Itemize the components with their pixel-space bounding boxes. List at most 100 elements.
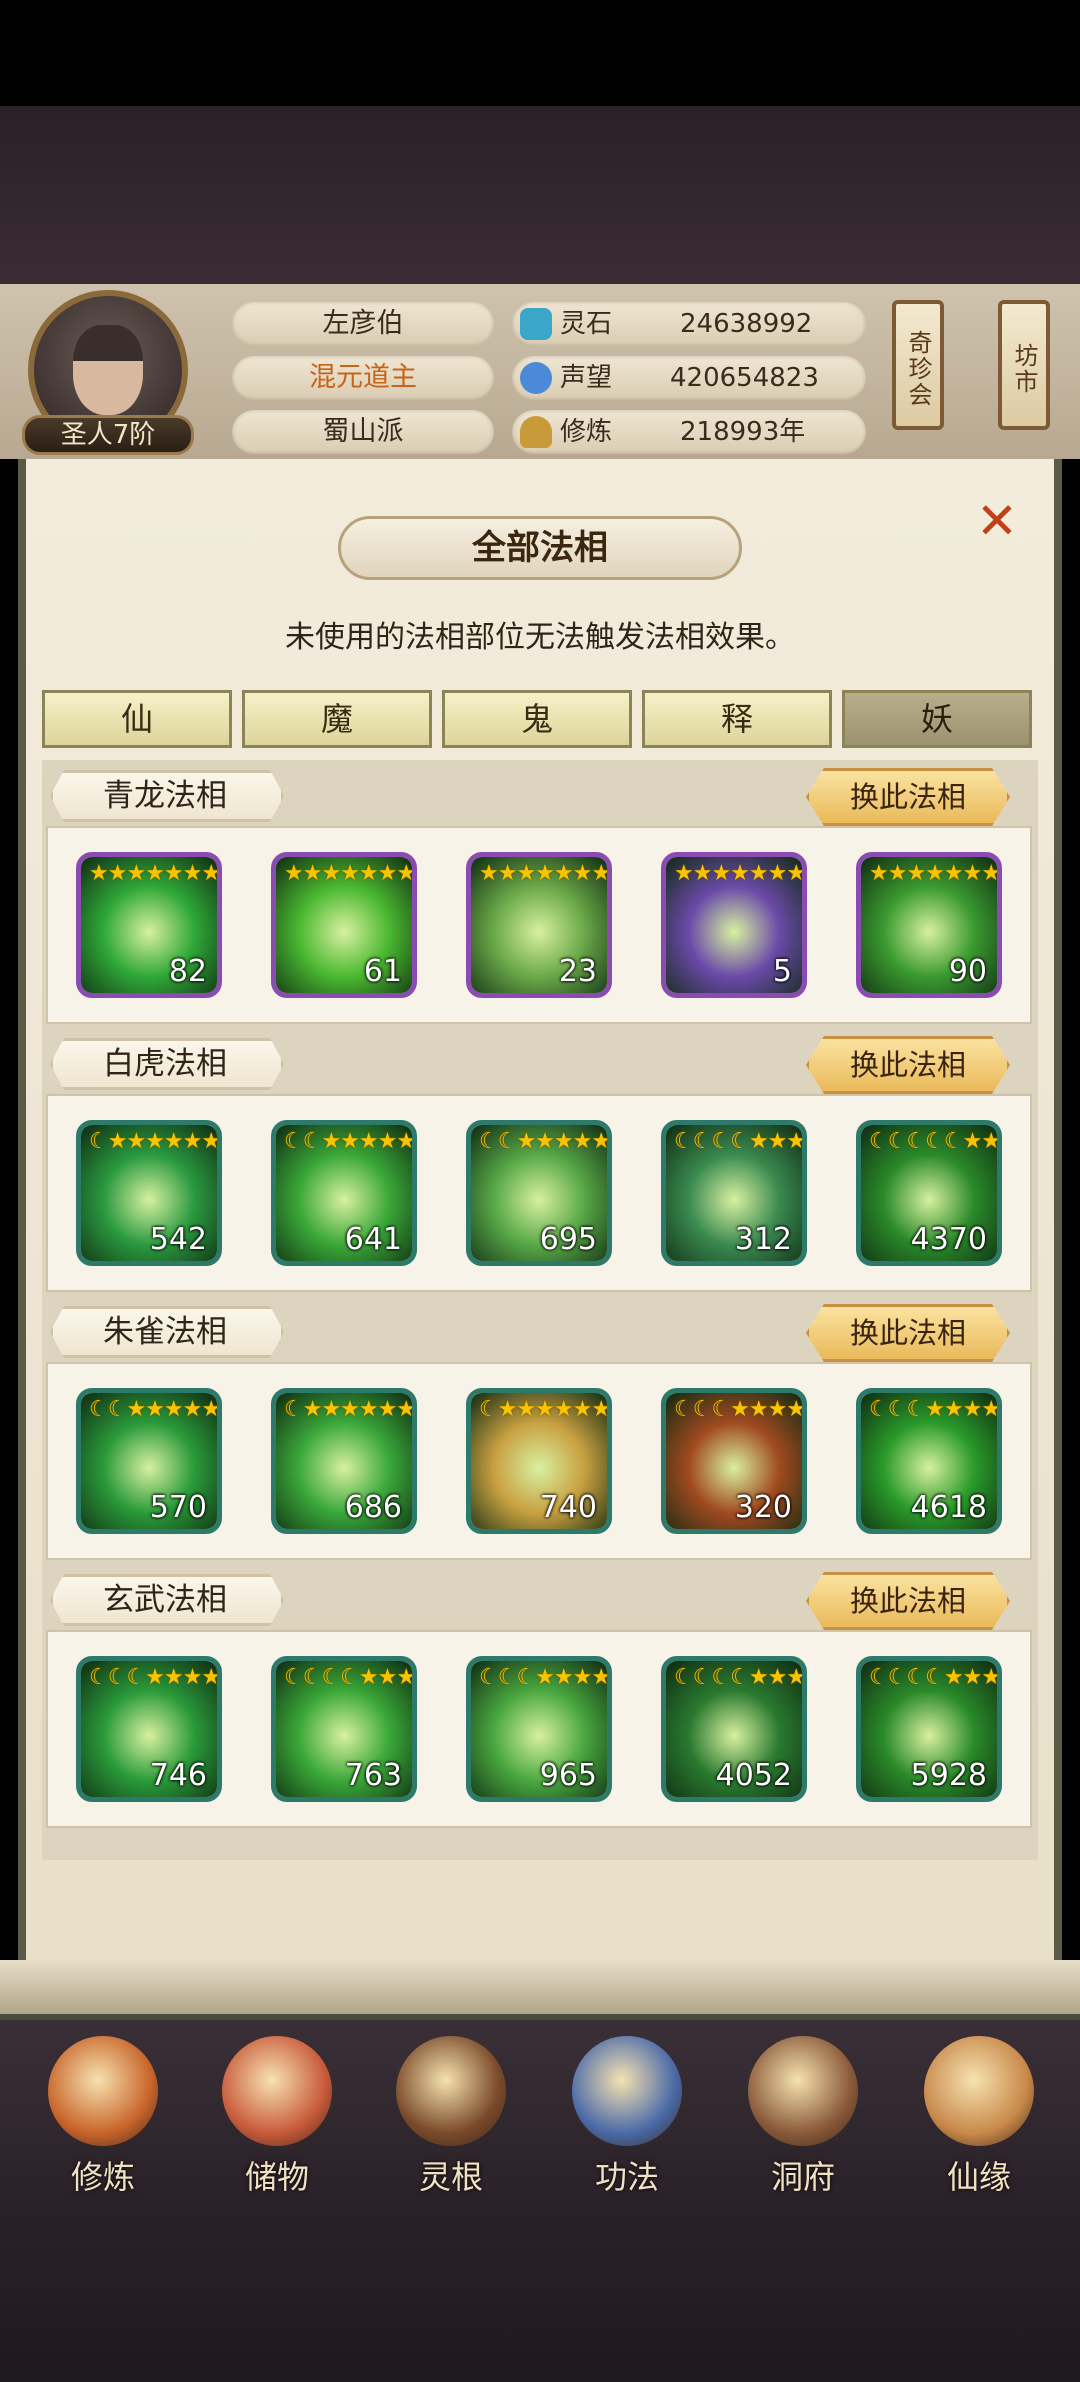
star-rating: ☾☾☾★★★★ <box>674 1397 806 1422</box>
avatar-part-slot[interactable]: ☾☾★★★★★★ 641 <box>271 1120 417 1266</box>
star-rating: ★★★★★★★★★ <box>479 861 611 886</box>
section-title: 玄武法相 <box>50 1574 284 1626</box>
part-count: 4370 <box>910 1222 987 1257</box>
avatar-part-slot[interactable]: ☾★★★★★★★ 740 <box>466 1388 612 1534</box>
stat-label: 修炼 <box>560 417 613 447</box>
avatar-part-slot[interactable]: ★★★★★★★★★★ 82 <box>76 852 222 998</box>
close-icon[interactable]: ✕ <box>972 496 1022 546</box>
nav-spirit-root[interactable]: 灵根 <box>376 2036 526 2196</box>
tab-gui[interactable]: 鬼 <box>442 690 632 748</box>
cultivation-icon <box>520 416 552 448</box>
rank-badge: 圣人7阶 <box>22 415 194 455</box>
stat-label: 声望 <box>560 363 613 393</box>
part-count: 641 <box>344 1222 402 1257</box>
avatar-part-slot[interactable]: ☾☾☾★★★★ 746 <box>76 1656 222 1802</box>
avatar-part-slot[interactable]: ★★★★★★★★ 90 <box>856 852 1002 998</box>
star-rating: ☾☾☾★★★★★ <box>479 1665 611 1690</box>
nav-cultivate[interactable]: 修炼 <box>28 2036 178 2196</box>
star-rating: ★★★★★★★★★ <box>284 861 416 886</box>
nav-storage-bag[interactable]: 储物 <box>202 2036 352 2196</box>
section-title: 青龙法相 <box>50 770 284 822</box>
cave-house-icon <box>748 2036 858 2146</box>
avatar-part-slot[interactable]: ☾☾☾☾★★★★ 5928 <box>856 1656 1002 1802</box>
treasure-fair-button[interactable]: 奇珍会 <box>892 300 944 430</box>
immortal-fate-icon <box>924 2036 1034 2146</box>
part-count: 90 <box>948 954 987 989</box>
avatar-part-slot[interactable]: ☾★★★★★★★ 542 <box>76 1120 222 1266</box>
swap-avatar-button[interactable]: 换此法相 <box>806 1036 1010 1094</box>
nav-technique-book[interactable]: 功法 <box>552 2036 702 2196</box>
panel-title: 全部法相 <box>338 516 742 580</box>
stat-value: 24638992 <box>680 309 813 339</box>
star-rating: ☾☾☾☾☾★★★ <box>869 1129 1001 1154</box>
star-rating: ☾★★★★★★★ <box>284 1397 416 1422</box>
stat-spirit-stone: 灵石 24638992 <box>512 302 866 346</box>
star-rating: ☾☾★★★★★★ <box>284 1129 416 1154</box>
star-rating: ☾☾☾☾★★★★ <box>674 1665 806 1690</box>
part-count: 686 <box>344 1490 402 1525</box>
scene-background <box>0 106 1080 284</box>
part-count: 82 <box>168 954 207 989</box>
star-rating: ★★★★★★★★★ <box>674 861 806 886</box>
tab-shi[interactable]: 释 <box>642 690 832 748</box>
stat-cultivation: 修炼 218993年 <box>512 410 866 454</box>
cultivate-icon <box>48 2036 158 2146</box>
avatar-part-slot[interactable]: ☾☾☾☾★★★★ 4052 <box>661 1656 807 1802</box>
avatar-part-slot[interactable]: ☾☾☾☾★★★★ 312 <box>661 1120 807 1266</box>
star-rating: ☾☾☾★★★★ <box>869 1397 1001 1422</box>
nav-immortal-fate[interactable]: 仙缘 <box>904 2036 1054 2196</box>
avatar-part-slot[interactable]: ☾☾☾★★★★★ 965 <box>466 1656 612 1802</box>
status-bar <box>0 0 1080 106</box>
avatar-part-slot[interactable]: ★★★★★★★★★ 61 <box>271 852 417 998</box>
avatar-part-slot[interactable]: ☾☾☾★★★★ 4618 <box>856 1388 1002 1534</box>
nav-label: 灵根 <box>418 2158 483 2196</box>
avatar-part-slot[interactable]: ☾☾☾☾★★★★ 763 <box>271 1656 417 1802</box>
nav-label: 修炼 <box>70 2158 135 2196</box>
tab-mo[interactable]: 魔 <box>242 690 432 748</box>
star-rating: ☾☾★★★★★★ <box>479 1129 611 1154</box>
panel-scroll-edge <box>0 1960 1080 2020</box>
spirit-root-icon <box>396 2036 506 2146</box>
star-rating: ☾★★★★★★★ <box>89 1129 221 1154</box>
part-count: 763 <box>344 1758 402 1793</box>
spirit-stone-icon <box>520 308 552 340</box>
stat-value: 218993年 <box>680 417 806 447</box>
nav-label: 洞府 <box>770 2158 835 2196</box>
avatar-part-slot[interactable]: ★★★★★★★★★ 23 <box>466 852 612 998</box>
avatar-part-slot[interactable]: ☾☾★★★★★★ 570 <box>76 1388 222 1534</box>
part-count: 542 <box>149 1222 207 1257</box>
stat-label: 灵石 <box>560 309 613 339</box>
avatar-part-slot[interactable]: ★★★★★★★★★ 5 <box>661 852 807 998</box>
avatar-part-slot[interactable]: ☾☾☾★★★★ 320 <box>661 1388 807 1534</box>
avatar-part-slot[interactable]: ☾★★★★★★★ 686 <box>271 1388 417 1534</box>
nav-cave-house[interactable]: 洞府 <box>728 2036 878 2196</box>
nav-label: 储物 <box>244 2158 309 2196</box>
market-button[interactable]: 坊市 <box>998 300 1050 430</box>
player-title: 混元道主 <box>232 356 494 400</box>
avatar-part-slot[interactable]: ☾☾★★★★★★ 695 <box>466 1120 612 1266</box>
part-count: 695 <box>539 1222 597 1257</box>
star-rating: ★★★★★★★★ <box>869 861 1001 886</box>
tab-xian[interactable]: 仙 <box>42 690 232 748</box>
tab-yao[interactable]: 妖 <box>842 690 1032 748</box>
section-title: 朱雀法相 <box>50 1306 284 1358</box>
nav-label: 功法 <box>594 2158 659 2196</box>
nav-label: 仙缘 <box>946 2158 1011 2196</box>
part-count: 5 <box>772 954 792 989</box>
avatar-part-slot[interactable]: ☾☾☾☾☾★★★ 4370 <box>856 1120 1002 1266</box>
section-title: 白虎法相 <box>50 1038 284 1090</box>
swap-avatar-button[interactable]: 换此法相 <box>806 768 1010 826</box>
technique-book-icon <box>572 2036 682 2146</box>
part-count: 61 <box>363 954 402 989</box>
part-count: 740 <box>539 1490 597 1525</box>
part-count: 312 <box>734 1222 792 1257</box>
part-count: 4052 <box>715 1758 792 1793</box>
swap-avatar-button[interactable]: 换此法相 <box>806 1572 1010 1630</box>
star-rating: ☾☾★★★★★★ <box>89 1397 221 1422</box>
part-count: 4618 <box>910 1490 987 1525</box>
bottom-background <box>0 2210 1080 2382</box>
swap-avatar-button[interactable]: 换此法相 <box>806 1304 1010 1362</box>
player-name: 左彦伯 <box>232 302 494 346</box>
panel-notice: 未使用的法相部位无法触发法相效果。 <box>285 620 795 655</box>
star-rating: ★★★★★★★★★★ <box>89 861 221 886</box>
